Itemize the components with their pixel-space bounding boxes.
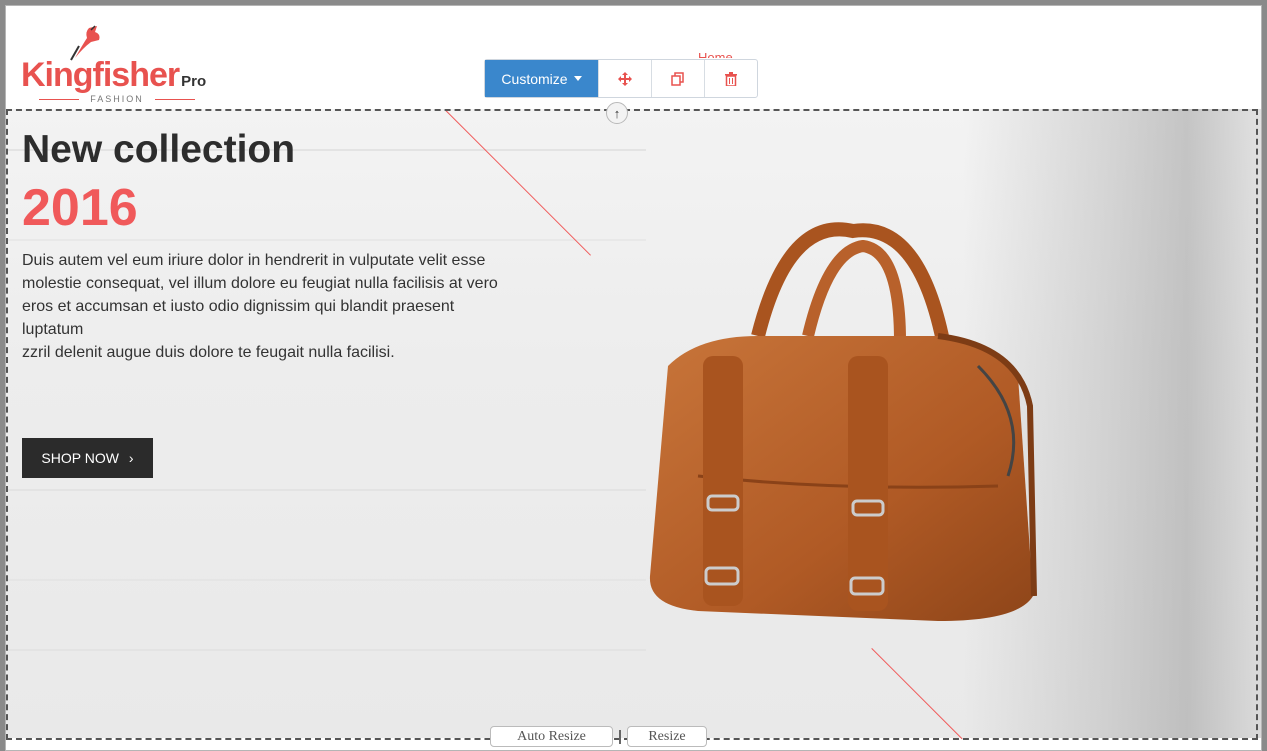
resize-divider-icon xyxy=(613,726,627,747)
resize-controls: Auto Resize Resize xyxy=(490,726,707,747)
shop-now-label: SHOP NOW xyxy=(41,450,119,466)
shop-now-button[interactable]: SHOP NOW › xyxy=(22,438,153,478)
resize-button[interactable]: Resize xyxy=(627,726,707,747)
chevron-right-icon: › xyxy=(128,450,134,466)
customize-button[interactable]: Customize xyxy=(485,60,598,97)
description-line: molestie consequat, vel illum dolore eu … xyxy=(22,275,498,292)
description-line: zzril delenit augue duis dolore te feuga… xyxy=(22,344,395,361)
duplicate-button[interactable] xyxy=(651,60,704,97)
description-line: luptatum xyxy=(22,321,84,338)
logo-tagline: FASHION xyxy=(39,94,195,104)
move-icon xyxy=(618,71,632,86)
description-line: Duis autem vel eum iriure dolor in hendr… xyxy=(22,252,486,269)
hero-description: Duis autem vel eum iriure dolor in hendr… xyxy=(22,249,582,364)
auto-resize-button[interactable]: Auto Resize xyxy=(490,726,613,747)
copy-icon xyxy=(671,71,684,86)
handbag-image xyxy=(649,222,1037,621)
nav-home-link[interactable]: Home xyxy=(698,50,733,58)
arrow-up-icon[interactable]: ↑ xyxy=(606,102,628,124)
hero-year: 2016 xyxy=(22,179,138,237)
hero-headline: New collection xyxy=(22,128,296,171)
delete-button[interactable] xyxy=(704,60,757,97)
site-logo[interactable]: Kingfisher Pro FASHION xyxy=(21,24,206,104)
caret-down-icon xyxy=(573,76,582,81)
trash-icon xyxy=(725,71,737,86)
editor-canvas: Kingfisher Pro FASHION Home New collectio… xyxy=(5,5,1262,751)
move-button[interactable] xyxy=(598,60,651,97)
hero-banner xyxy=(6,109,1261,738)
block-toolbar: Customize xyxy=(484,59,758,98)
logo-wordmark: Kingfisher Pro xyxy=(21,56,207,94)
customize-label: Customize xyxy=(501,70,568,87)
description-line: eros et accumsan et iusto odio dignissim… xyxy=(22,298,455,315)
